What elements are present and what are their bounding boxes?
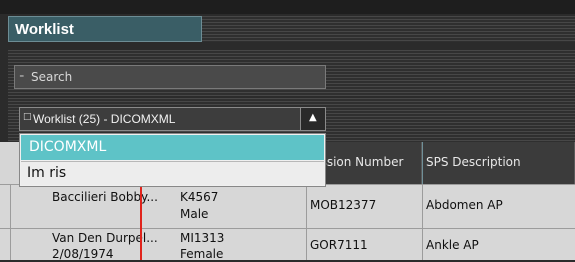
table-row[interactable]: Van Den Durpel... 2/08/1974 MI1313 Femal… [0, 228, 575, 261]
page-title: Worklist [15, 21, 74, 38]
worklist-select[interactable]: □ Worklist (25) - DICOMXML [19, 107, 326, 131]
accession-number: MOB12377 [310, 198, 377, 212]
checkbox-icon: □ [23, 112, 32, 122]
row-gutter [10, 185, 11, 228]
worklist-app: Worklist ╴ Search □ Worklist (25) - DICO… [0, 0, 575, 261]
worklist-select-value: Worklist (25) - DICOMXML [33, 112, 176, 126]
dropdown-option-im-ris[interactable]: Im ris [21, 161, 324, 185]
top-bar [0, 0, 575, 14]
row-gutter [10, 229, 11, 260]
worklist-title-tab[interactable]: Worklist [8, 16, 202, 42]
search-row-fill [332, 65, 575, 89]
patient-id: MI1313 [180, 231, 225, 245]
column-divider [306, 185, 307, 228]
accession-number: GOR7111 [310, 238, 368, 252]
column-divider [306, 229, 307, 260]
table-row[interactable]: Baccilieri Bobby... K4567 Male MOB12377 … [0, 184, 575, 228]
patient-name: Baccilieri Bobby... [52, 190, 158, 204]
chevron-up-icon: ▲ [309, 112, 317, 123]
column-divider [422, 185, 423, 228]
sps-description: Ankle AP [426, 238, 479, 252]
search-placeholder: Search [31, 70, 73, 84]
search-icon: ╴ [20, 69, 28, 83]
dropdown-option-label: DICOMXML [29, 139, 107, 155]
dropdown-toggle-button[interactable]: ▲ [300, 107, 326, 131]
patient-sex: Male [180, 207, 209, 221]
dropdown-option-dicomxml[interactable]: DICOMXML [21, 135, 324, 160]
patient-id: K4567 [180, 190, 219, 204]
filter-row-fill [332, 107, 575, 131]
search-input[interactable]: ╴ Search [14, 65, 326, 89]
column-header-sps-description[interactable]: SPS Description [422, 142, 575, 184]
dropdown-option-label: Im ris [27, 165, 67, 181]
worklist-dropdown-list: DICOMXML Im ris [19, 133, 326, 187]
title-bar-fill [202, 16, 575, 42]
column-header-label: SPS Description [426, 155, 521, 169]
column-divider [422, 229, 423, 260]
sps-description: Abdomen AP [426, 198, 503, 212]
